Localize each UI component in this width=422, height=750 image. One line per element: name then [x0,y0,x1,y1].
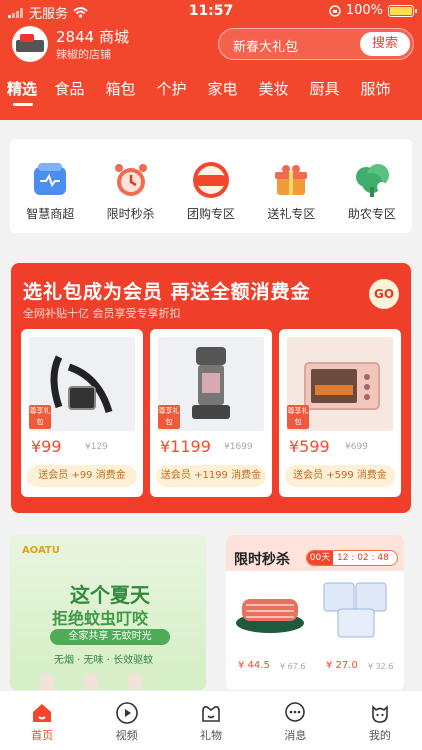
ad-banner: 全家共享 无蚊时光 [50,629,170,645]
tab-personal-care[interactable]: 个护 [146,76,197,106]
countdown-timer: 00天 12 : 02 : 48 [306,550,398,566]
product-gift: 送会员 +1199 消费金 [156,465,266,487]
status-bar: 无服务 11:57 100% [0,0,422,24]
ad-headline: 这个夏天 [70,583,150,607]
gift-box-icon [275,165,308,195]
tab-beauty[interactable]: 美妆 [248,76,299,106]
flash-item-price: ¥ 44.5 [238,660,270,671]
countdown-clock: 12 : 02 : 48 [337,553,389,563]
gift-icon [202,706,220,722]
home-icon [33,704,52,722]
quick-label: 送礼专区 [267,207,316,221]
quick-item-smart-market[interactable]: 智慧商超 [10,139,90,233]
flash-sale-title: 限时秒杀 [234,552,290,568]
tab-bags[interactable]: 箱包 [95,76,146,106]
group-buy-icon [193,162,230,198]
shop-subtitle: 辣椒的店铺 [56,48,111,61]
product-price: ¥599 [289,437,330,456]
product-gift: 送会员 +599 消费金 [285,465,395,487]
mosquito-repellent-ad[interactable]: AOATU 这个夏天 拒绝蚊虫叮咬 全家共享 无蚊时光 无烟 · 无味 · 长效… [10,535,206,690]
flash-item-original-price: ¥ 67.6 [280,662,306,671]
product-tag: 尊享礼包 [29,405,51,429]
quick-item-group-buy[interactable]: 团购专区 [171,139,251,233]
ad-features: 无烟 · 无味 · 长效驱蚊 [54,655,154,666]
shop-header: 2844 商城 辣椒的店铺 新春大礼包 搜索 [10,26,414,62]
flash-item-price: ¥ 27.0 [326,660,358,671]
product-original-price: ¥129 [85,442,108,452]
promo-title: 选礼包成为会员 再送全额消费金 [23,281,311,303]
product-tag: 尊享礼包 [287,405,309,429]
tab-kitchen[interactable]: 厨具 [299,76,350,106]
quick-entries: 智慧商超 限时秒杀 团购专区 送礼专区 助农专区 [10,139,412,233]
membership-promo[interactable]: 选礼包成为会员 再送全额消费金 全网补贴十亿 会员享受专享折扣 GO 尊享礼包 … [11,263,411,513]
flash-item-tissue-image[interactable] [318,579,394,641]
promo-go-button[interactable]: GO [369,279,399,309]
promo-product-belt[interactable]: 尊享礼包 ¥99 ¥129 送会员 +99 消费金 [21,329,143,497]
nav-label: 消息 [284,729,307,742]
nav-message[interactable]: 消息 [253,691,337,750]
product-original-price: ¥1699 [224,442,253,452]
quick-label: 智慧商超 [26,207,75,221]
quick-label: 团购专区 [187,207,236,221]
shop-name[interactable]: 2844 商城 [56,26,129,47]
category-tabs: 精选 食品 箱包 个护 家电 美妆 厨具 服饰 [0,76,422,106]
battery-percent: 100% [345,3,383,18]
search-input[interactable]: 新春大礼包 [233,36,298,55]
search-bar[interactable]: 新春大礼包 搜索 [218,28,414,60]
tab-appliances[interactable]: 家电 [197,76,248,106]
search-button[interactable]: 搜索 [360,32,410,56]
product-price: ¥1199 [160,437,211,456]
battery-icon [388,4,417,17]
profile-icon [372,705,388,723]
ad-brand: AOATU [22,545,60,556]
video-icon [115,702,138,724]
tab-featured[interactable]: 精选 [0,76,44,106]
quick-label: 限时秒杀 [106,207,155,221]
nav-label: 首页 [31,729,54,742]
product-original-price: ¥699 [345,442,368,452]
nav-label: 视频 [115,729,138,742]
nav-profile[interactable]: 我的 [338,691,422,750]
quick-item-gifts[interactable]: 送礼专区 [251,139,331,233]
flash-item-original-price: ¥ 32.6 [368,662,394,671]
agriculture-icon [355,164,389,197]
ad-product-image [40,673,142,690]
tab-clothing[interactable]: 服饰 [350,76,401,106]
message-icon [285,702,306,722]
quick-item-agriculture[interactable]: 助农专区 [332,139,412,233]
nav-label: 我的 [368,729,391,742]
flash-item-meat-image[interactable] [232,579,308,641]
countdown-days: 00天 [307,551,333,565]
nav-gift[interactable]: 礼物 [169,691,253,750]
product-tag: 尊享礼包 [158,405,180,429]
promo-product-oven[interactable]: 尊享礼包 ¥599 ¥699 送会员 +599 消费金 [279,329,401,497]
promo-subtitle: 全网补贴十亿 会员享受专享折扣 [23,307,181,320]
ad-subheadline: 拒绝蚊虫叮咬 [52,609,149,628]
nav-video[interactable]: 视频 [84,691,168,750]
bottom-nav: 首页 视频 礼物 消息 我的 [0,690,422,750]
promo-product-blender[interactable]: 尊享礼包 ¥1199 ¥1699 送会员 +1199 消费金 [150,329,272,497]
quick-item-flash-sale[interactable]: 限时秒杀 [90,139,170,233]
quick-label: 助农专区 [347,207,396,221]
product-price: ¥99 [31,437,62,456]
product-gift: 送会员 +99 消费金 [27,465,137,487]
tab-food[interactable]: 食品 [44,76,95,106]
nav-label: 礼物 [200,729,223,742]
smart-market-icon [34,163,67,195]
nav-home[interactable]: 首页 [0,691,84,750]
flash-sale-card[interactable]: 限时秒杀 00天 12 : 02 : 48 ¥ 44.5 ¥ 67.6 ¥ 27… [226,535,404,690]
shop-avatar[interactable] [12,26,48,62]
orientation-lock-icon [329,4,341,17]
alarm-clock-icon [114,164,147,196]
status-right: 100% [329,3,417,18]
